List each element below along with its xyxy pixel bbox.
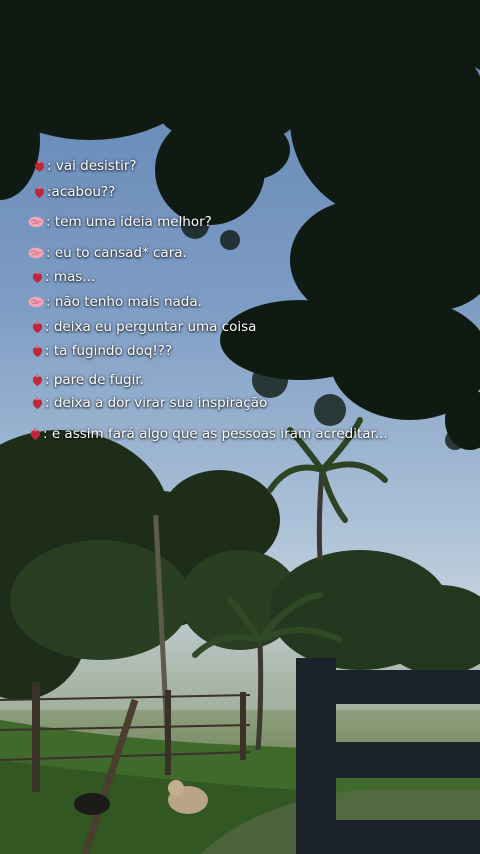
dialogue-line: : deixa a dor virar sua inspiração — [32, 395, 267, 411]
brain-icon — [28, 247, 44, 260]
brain-icon — [28, 216, 44, 229]
dialogue-text: : não tenho mais nada. — [46, 294, 202, 310]
dialogue-text: : vai desistir? — [47, 158, 137, 174]
dialogue-line: :acabou?? — [34, 184, 115, 200]
dialogue-text: :acabou?? — [47, 184, 116, 200]
dialogue-text: : mas... — [45, 269, 96, 285]
dialogue-text: : pare de fugir. — [45, 372, 144, 388]
dialogue-text: : eu to cansad* cara. — [46, 245, 187, 261]
anatomical-heart-icon — [34, 159, 45, 173]
dialogue-line: : pare de fugir. — [32, 372, 144, 388]
dialogue-text: : deixa eu perguntar uma coisa — [45, 319, 257, 335]
dialogue-line: : deixa eu perguntar uma coisa — [32, 319, 256, 335]
dialogue-line: : ta fugindo doq!?? — [32, 343, 172, 359]
dialogue-line: : vai desistir? — [34, 158, 137, 174]
anatomical-heart-icon — [32, 396, 43, 410]
dialogue-line: : eu to cansad* cara. — [28, 245, 187, 261]
dialogue-line: : não tenho mais nada. — [28, 294, 202, 310]
dialogue-overlay: : vai desistir? :acabou?? : tem uma idei… — [0, 0, 480, 460]
dialogue-line: : mas... — [32, 269, 95, 285]
dialogue-line: : tem uma ideia melhor? — [28, 214, 212, 230]
anatomical-heart-icon — [32, 270, 43, 284]
dialogue-text: : deixa a dor virar sua inspiração — [45, 395, 268, 411]
brain-icon — [28, 296, 44, 309]
dialogue-text: : tem uma ideia melhor? — [46, 214, 212, 230]
anatomical-heart-icon — [32, 344, 43, 358]
anatomical-heart-icon — [30, 427, 41, 441]
dialogue-line: : e assim fará algo que as pessoas iram … — [30, 426, 388, 442]
anatomical-heart-icon — [34, 185, 45, 199]
anatomical-heart-icon — [32, 373, 43, 387]
dialogue-text: : ta fugindo doq!?? — [45, 343, 173, 359]
anatomical-heart-icon — [32, 320, 43, 334]
dialogue-text: : e assim fará algo que as pessoas iram … — [43, 426, 388, 442]
